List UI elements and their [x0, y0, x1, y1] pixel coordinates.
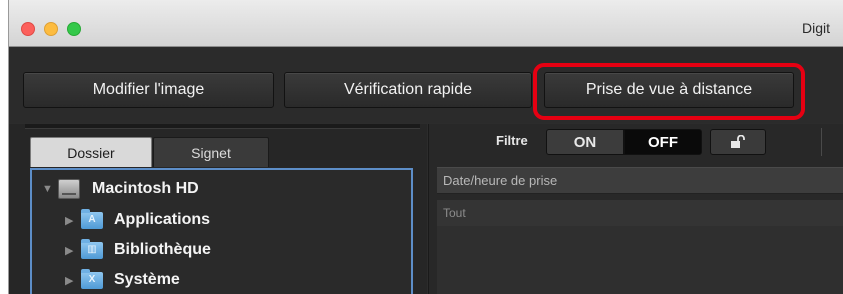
edit-image-button[interactable]: Modifier l'image [23, 72, 274, 108]
tree-item-label: Bibliothèque [114, 241, 211, 258]
library-folder-icon: ▥ [81, 238, 103, 259]
disclosure-collapsed-icon[interactable]: ▶ [65, 244, 81, 257]
toolbar-divider [821, 128, 822, 156]
unlock-icon [731, 135, 745, 148]
disclosure-collapsed-icon[interactable]: ▶ [65, 214, 81, 227]
filter-list-area [437, 226, 843, 294]
tree-item-applications[interactable]: ▶ A Applications [65, 205, 210, 235]
applications-folder-icon: A [81, 208, 103, 229]
tab-bookmark[interactable]: Signet [153, 137, 269, 167]
filter-on-toggle[interactable]: ON [546, 129, 624, 155]
filter-off-toggle[interactable]: OFF [624, 129, 702, 155]
panel-top-divider [25, 124, 420, 129]
window-title: Digit [802, 20, 831, 36]
filter-date-value[interactable]: Tout [437, 200, 843, 226]
filter-label: Filtre [496, 133, 528, 148]
highlight-annotation [533, 63, 805, 120]
tree-item-label: Système [114, 271, 180, 288]
tab-folder[interactable]: Dossier [30, 137, 152, 167]
app-window: Digit Modifier l'image Vérification rapi… [8, 0, 843, 294]
hard-drive-icon [58, 179, 80, 199]
title-bar: Digit [9, 0, 843, 47]
window-minimize-button[interactable] [44, 22, 58, 36]
window-close-button[interactable] [21, 22, 35, 36]
window-maximize-button[interactable] [67, 22, 81, 36]
mode-toolbar: Modifier l'image Vérification rapide Pri… [9, 48, 843, 123]
tree-item-macintosh-hd[interactable]: ▼ Macintosh HD [42, 174, 199, 204]
tree-item-library[interactable]: ▶ ▥ Bibliothèque [65, 235, 211, 265]
folder-tree[interactable]: ▼ Macintosh HD ▶ A Applications ▶ ▥ Bibl… [30, 168, 413, 294]
system-folder-icon: X [81, 268, 103, 289]
disclosure-collapsed-icon[interactable]: ▶ [65, 274, 81, 287]
lock-button[interactable] [710, 129, 766, 155]
quick-check-button[interactable]: Vérification rapide [284, 72, 532, 108]
folder-panel: Dossier Signet ▼ Macintosh HD ▶ A Applic… [9, 124, 427, 294]
filter-date-header[interactable]: Date/heure de prise [437, 167, 843, 194]
disclosure-expanded-icon[interactable]: ▼ [42, 183, 58, 195]
filter-panel: Filtre ON OFF Date/heure de prise Tout [428, 124, 843, 294]
tree-item-label: Macintosh HD [92, 180, 199, 197]
tree-item-label: Applications [114, 211, 211, 228]
tree-item-system[interactable]: ▶ X Système [65, 265, 180, 294]
